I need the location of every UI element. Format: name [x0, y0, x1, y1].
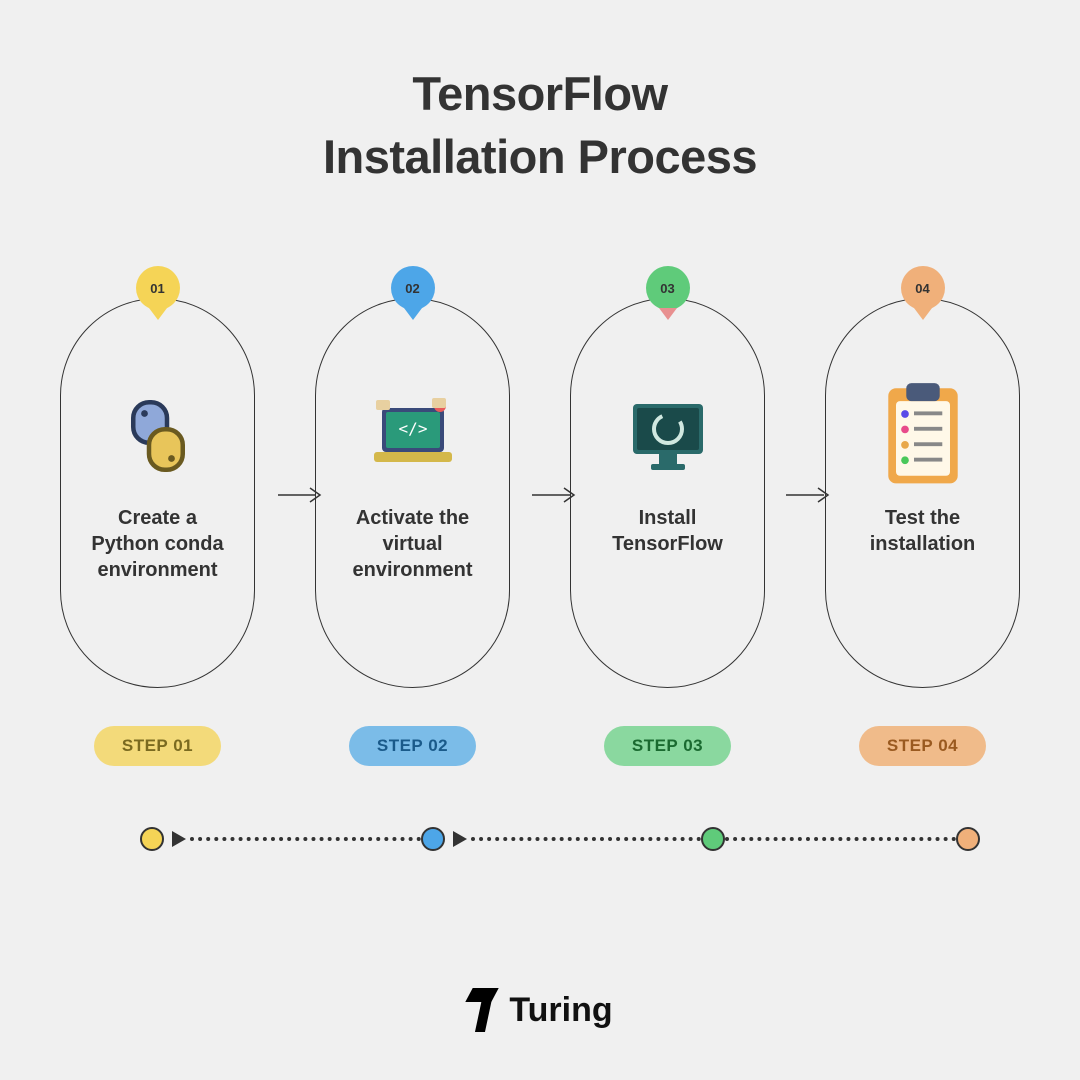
brand-name: Turing — [509, 991, 612, 1030]
arrow-icon — [276, 480, 326, 510]
step-label: Install TensorFlow — [596, 505, 739, 557]
step-number-badge: 04 — [901, 266, 945, 310]
monitor-spinner-icon — [623, 391, 713, 481]
arrow-icon — [784, 480, 834, 510]
play-icon — [172, 831, 186, 847]
step-3: 03 Install TensorFlow STEP 03 — [570, 298, 765, 766]
step-pill: STEP 03 — [604, 726, 731, 766]
steps-row: 01 Create a Python conda environment STE… — [0, 298, 1080, 766]
step-capsule: Install TensorFlow — [570, 298, 765, 688]
step-pill: STEP 04 — [859, 726, 986, 766]
timeline — [140, 824, 980, 854]
timeline-dot — [701, 827, 725, 851]
svg-text:</>: </> — [398, 419, 427, 438]
step-number-badge: 02 — [391, 266, 435, 310]
step-capsule: Test the installation — [825, 298, 1020, 688]
timeline-dot — [421, 827, 445, 851]
title-line-1: TensorFlow — [412, 67, 667, 120]
timeline-dot — [140, 827, 164, 851]
step-number-badge: 01 — [136, 266, 180, 310]
timeline-dashes — [471, 837, 702, 841]
step-4: 04 Test the installation STEP 04 — [825, 298, 1020, 766]
turing-logo-icon — [467, 988, 499, 1032]
step-label: Activate the virtual environment — [336, 505, 488, 583]
step-pill: STEP 02 — [349, 726, 476, 766]
play-icon — [453, 831, 467, 847]
checklist-icon — [878, 391, 968, 481]
step-capsule: </> Activate the virtual environment — [315, 298, 510, 688]
timeline-dashes — [725, 837, 956, 841]
page-title: TensorFlow Installation Process — [0, 0, 1080, 189]
step-label: Test the installation — [854, 505, 992, 557]
step-1: 01 Create a Python conda environment STE… — [60, 298, 255, 766]
step-label: Create a Python conda environment — [75, 505, 239, 583]
python-icon — [113, 391, 203, 481]
step-pill: STEP 01 — [94, 726, 221, 766]
step-2: 02 </> Activate the virtual environment … — [315, 298, 510, 766]
step-capsule: Create a Python conda environment — [60, 298, 255, 688]
timeline-dot — [956, 827, 980, 851]
arrow-icon — [530, 480, 580, 510]
timeline-dashes — [190, 837, 421, 841]
step-number-badge: 03 — [646, 266, 690, 310]
laptop-code-icon: </> — [368, 391, 458, 481]
brand: Turing — [0, 988, 1080, 1032]
title-line-2: Installation Process — [323, 130, 757, 183]
